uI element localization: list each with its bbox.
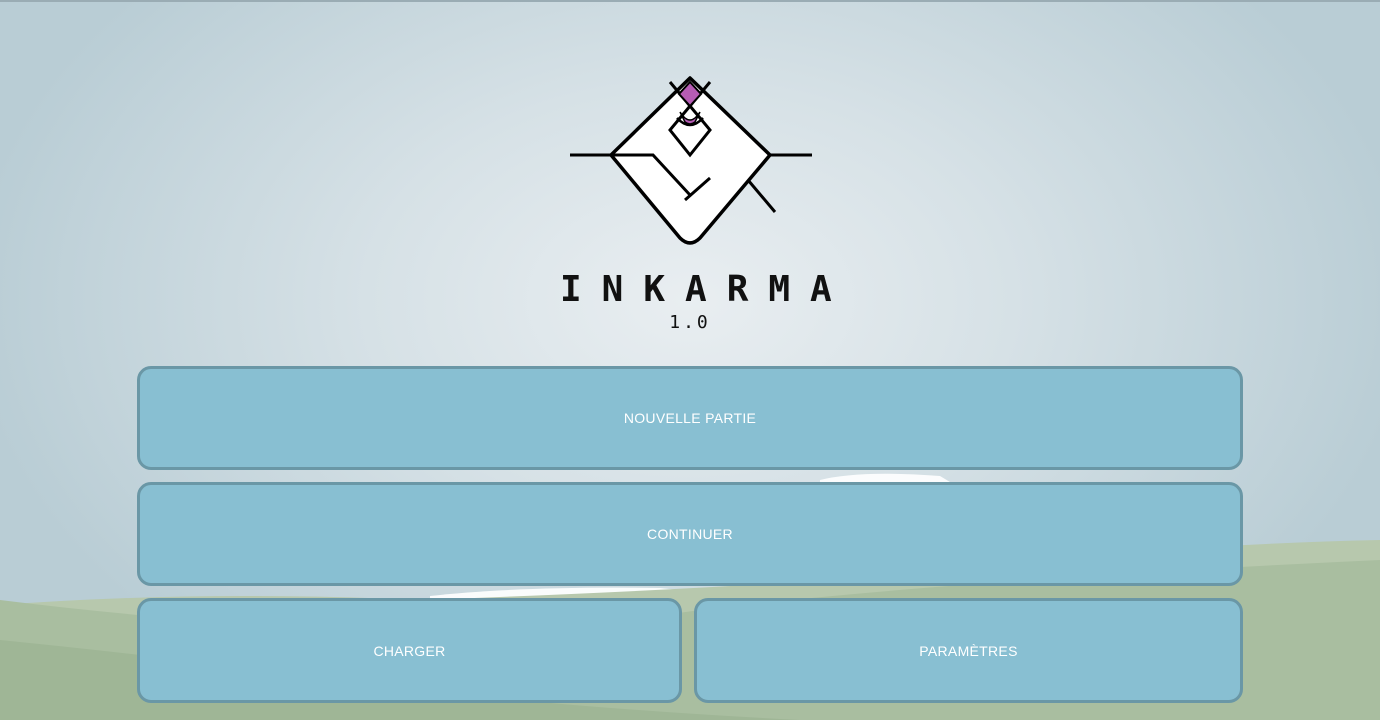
settings-label: PARAMÈTRES: [919, 642, 1018, 659]
inkarma-logo: [570, 76, 812, 245]
menu-background: INKARMA 1.0 NOUVELLE PARTIE CONTINUER CH…: [0, 0, 1380, 720]
game-title: INKARMA: [560, 269, 852, 310]
load-label: CHARGER: [373, 642, 446, 659]
game-version: 1.0: [669, 312, 711, 333]
continue-label: CONTINUER: [647, 526, 733, 542]
continue-button[interactable]: CONTINUER: [137, 482, 1243, 586]
new-game-button[interactable]: NOUVELLE PARTIE: [137, 366, 1243, 470]
new-game-label: NOUVELLE PARTIE: [623, 410, 757, 426]
settings-button[interactable]: PARAMÈTRES: [694, 598, 1243, 703]
load-button[interactable]: CHARGER: [137, 598, 682, 703]
